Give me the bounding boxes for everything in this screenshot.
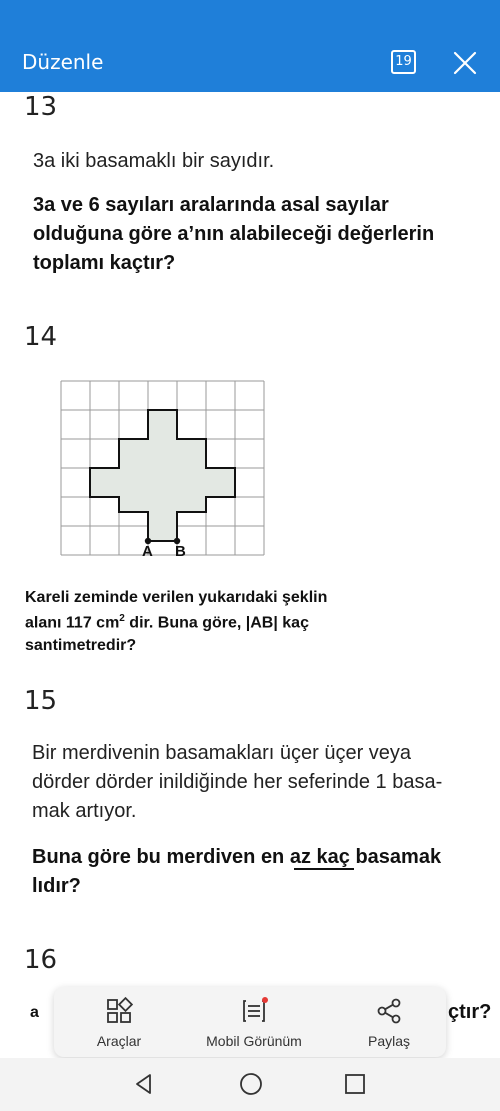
mobile-view-label: Mobil Görünüm (206, 1033, 302, 1049)
question-number-16: 16 (24, 945, 58, 975)
q15-bold-pre: Buna göre bu merdiven (32, 846, 261, 868)
question-number-13: 13 (24, 92, 58, 122)
question-number-15: 15 (24, 686, 58, 716)
system-nav-bar (0, 1058, 500, 1111)
tools-button[interactable]: Araçlar (74, 987, 164, 1057)
q13-intro: 3a iki basamaklı bir sayıdır. (33, 150, 275, 172)
page-count-badge[interactable]: 19 (391, 50, 416, 74)
q14-line-2-rest: dir. Buna göre, |AB| kaç (124, 614, 309, 632)
share-label: Paylaş (367, 1033, 411, 1049)
emphasis-underline (294, 868, 354, 870)
q15-line-2: dörder dörder inildiğinde her seferinde … (32, 771, 443, 793)
document-page[interactable]: 13 3a iki basamaklı bir sayıdır. 3a ve 6… (0, 92, 500, 1058)
q16-partial-left: a (30, 1004, 39, 1021)
recents-icon[interactable] (342, 1071, 368, 1097)
page-title: Düzenle (22, 50, 104, 74)
q13-bold-line-3: toplamı kaçtır? (33, 252, 176, 274)
tools-grid-icon (105, 996, 134, 1025)
q14-line-1: Kareli zeminde verilen yukarıdaki şeklin (25, 589, 328, 606)
mobile-view-button[interactable]: Mobil Görünüm (189, 987, 319, 1057)
q15-bold-post: kaç basamak (310, 846, 442, 868)
point-b-label: B (175, 543, 186, 560)
tools-label: Araçlar (96, 1033, 142, 1049)
q15-bold-underlined: en az (260, 846, 311, 868)
close-icon[interactable] (452, 50, 478, 76)
q14-line-2: alanı 117 cm2 dir. Buna göre, |AB| kaç (25, 613, 309, 632)
back-icon[interactable] (131, 1071, 157, 1097)
q15-bold-line-1: Buna göre bu merdiven en az kaç basamak (32, 846, 441, 869)
point-a-label: A (142, 543, 153, 560)
share-button[interactable]: Paylaş (344, 987, 434, 1057)
shape-polygon (89, 409, 236, 542)
q16-partial-right: çtır? (448, 1001, 492, 1023)
home-icon[interactable] (238, 1071, 264, 1097)
grid-figure-svg (60, 380, 265, 556)
floating-toolbar: Araçlar Mobil Görünüm Paylaş (54, 987, 446, 1057)
q15-line-3: mak artıyor. (32, 800, 137, 822)
q13-bold-line-2: olduğuna göre a’nın alabileceği değerler… (33, 223, 435, 245)
top-app-bar: Düzenle 19 (0, 0, 500, 92)
notification-dot (262, 997, 268, 1003)
grid-figure: A B (55, 377, 270, 567)
share-icon (375, 997, 403, 1025)
q15-line-1: Bir merdivenin basamakları üçer üçer vey… (32, 742, 412, 764)
q13-bold-line-1: 3a ve 6 sayıları aralarında asal sayılar (33, 194, 389, 216)
question-number-14: 14 (24, 322, 58, 352)
q14-line-3: santimetredir? (25, 637, 137, 654)
q14-area-text: alanı 117 cm (25, 614, 120, 632)
mobile-view-icon (240, 997, 268, 1025)
q15-bold-line-2: lıdır? (32, 875, 81, 897)
